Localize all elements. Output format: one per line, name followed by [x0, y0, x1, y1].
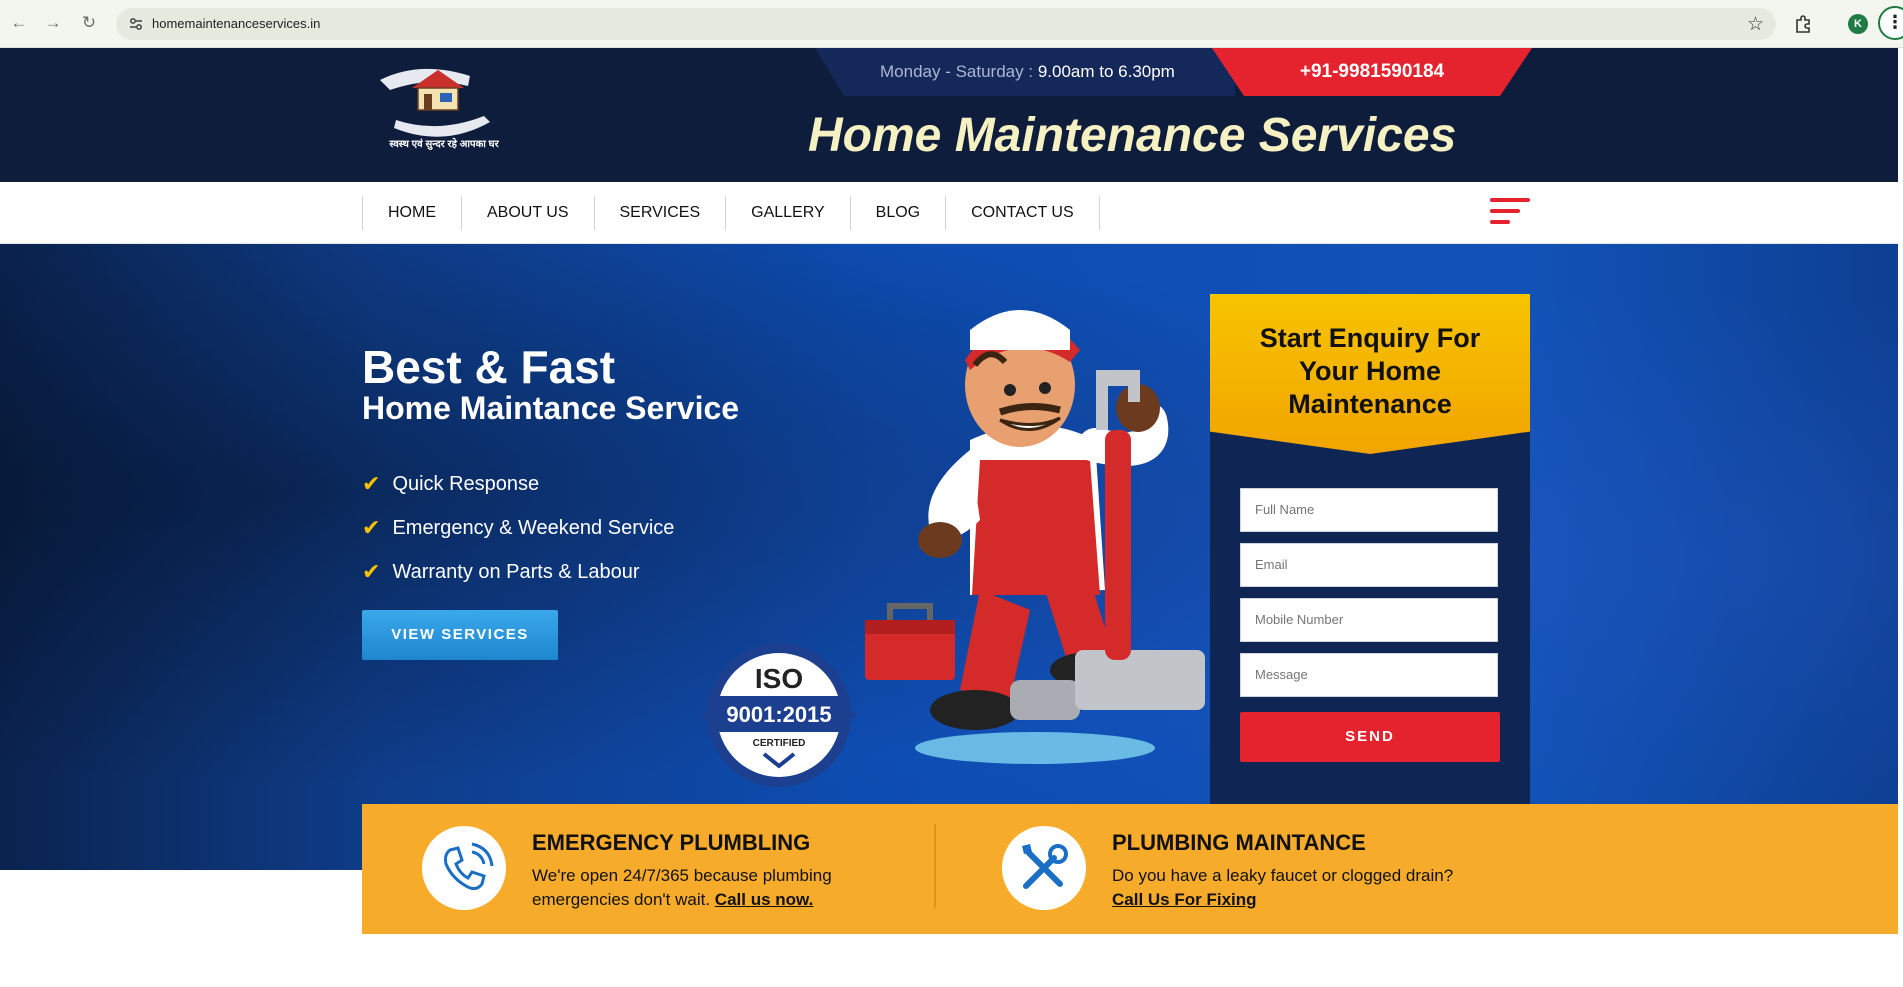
services-band: EMERGENCY PLUMBLING We're open 24/7/365 …	[362, 804, 1898, 934]
reload-icon[interactable]: ↻	[78, 12, 100, 34]
browser-menu-icon[interactable]: ⋮	[1878, 6, 1903, 40]
emergency-line-2: emergencies don't wait. Call us now.	[532, 888, 832, 912]
call-us-now-link[interactable]: Call us now.	[715, 890, 814, 909]
forward-icon[interactable]: →	[42, 12, 64, 34]
enquiry-form: Start Enquiry For Your Home Maintenance …	[1210, 294, 1530, 870]
hours-time: 9.00am to 6.30pm	[1037, 62, 1175, 81]
hero-section: Best & Fast Home Maintance Service ✔ Quic…	[0, 244, 1898, 870]
iso-bottom-text: CERTIFIED	[753, 738, 806, 749]
feature-list: ✔ Quick Response ✔ Emergency & Weekend Ser…	[362, 462, 674, 594]
feature-text: Warranty on Parts & Labour	[392, 560, 640, 583]
site-settings-icon[interactable]	[128, 16, 144, 32]
full-name-input[interactable]	[1240, 488, 1498, 532]
bookmark-star-icon[interactable]: ☆	[1747, 13, 1764, 36]
nav-home[interactable]: HOME	[363, 196, 462, 230]
plumber-mascot-image	[865, 310, 1205, 764]
emergency-line-1: We're open 24/7/365 because plumbing	[532, 866, 832, 885]
hero-subtitle: Home Maintance Service	[362, 390, 740, 426]
email-input[interactable]	[1240, 543, 1498, 587]
feature-item: ✔ Quick Response	[362, 462, 674, 506]
extensions-icon[interactable]	[1793, 13, 1815, 35]
checkmark-icon: ✔	[362, 515, 381, 540]
hero-title: Best & Fast	[362, 341, 616, 393]
emergency-plumbing-text: We're open 24/7/365 because plumbing eme…	[532, 864, 832, 912]
send-button[interactable]: SEND	[1240, 712, 1500, 762]
band-divider	[934, 824, 936, 908]
plumbing-maintenance-text: Do you have a leaky faucet or clogged dr…	[1112, 864, 1453, 912]
phone-call-icon	[422, 826, 506, 910]
feature-text: Quick Response	[392, 472, 540, 495]
phone-number-link[interactable]: +91-9981590184	[1212, 61, 1532, 83]
emergency-plumbing-title: EMERGENCY PLUMBLING	[532, 830, 811, 855]
nav-about-us[interactable]: ABOUT US	[462, 196, 595, 230]
nav-blog[interactable]: BLOG	[851, 196, 947, 230]
browser-toolbar: ← → ↻ homemaintenanceservices.in ☆ K ⋮	[0, 0, 1903, 48]
checkmark-icon: ✔	[362, 559, 381, 584]
profile-avatar[interactable]: K	[1848, 14, 1868, 34]
back-icon[interactable]: ←	[8, 12, 30, 34]
iso-certified-badge: ISO 9001:2015 CERTIFIED	[700, 643, 858, 787]
nav-menu: HOME ABOUT US SERVICES GALLERY BLOG CONT…	[362, 196, 1100, 230]
business-hours: Monday - Saturday : 9.00am to 6.30pm	[880, 62, 1175, 82]
url-text[interactable]: homemaintenanceservices.in	[152, 16, 320, 32]
site-header: स्वस्थ एवं सुन्दर रहे आपका घर Monday - S…	[0, 48, 1898, 182]
nav-gallery[interactable]: GALLERY	[726, 196, 851, 230]
message-input[interactable]	[1240, 653, 1498, 697]
hamburger-menu-icon[interactable]	[1490, 198, 1530, 226]
view-services-button[interactable]: VIEW SERVICES	[362, 610, 558, 660]
nav-contact-us[interactable]: CONTACT US	[946, 196, 1100, 230]
site-title: Home Maintenance Services	[808, 109, 1457, 162]
main-navigation: HOME ABOUT US SERVICES GALLERY BLOG CONT…	[0, 182, 1898, 244]
feature-item: ✔ Emergency & Weekend Service	[362, 506, 674, 550]
checkmark-icon: ✔	[362, 471, 381, 496]
feature-item: ✔ Warranty on Parts & Labour	[362, 550, 674, 594]
iso-top-text: ISO	[755, 663, 803, 694]
call-us-for-fixing-link[interactable]: Call Us For Fixing	[1112, 888, 1453, 912]
nav-services[interactable]: SERVICES	[595, 196, 727, 230]
maintenance-line-1: Do you have a leaky faucet or clogged dr…	[1112, 866, 1454, 885]
feature-text: Emergency & Weekend Service	[392, 516, 675, 539]
logo-tagline: स्वस्थ एवं सुन्दर रहे आपका घर	[389, 139, 499, 150]
iso-number-text: 9001:2015	[726, 702, 831, 727]
mobile-number-input[interactable]	[1240, 598, 1498, 642]
tools-icon	[1002, 826, 1086, 910]
address-bar[interactable]: homemaintenanceservices.in ☆	[116, 8, 1776, 40]
hours-label: Monday - Saturday :	[880, 62, 1038, 81]
enquiry-title: Start Enquiry For Your Home Maintenance	[1259, 323, 1481, 419]
emergency-line-2-text: emergencies don't wait.	[532, 890, 715, 909]
plumbing-maintenance-title: PLUMBING MAINTANCE	[1112, 830, 1366, 855]
